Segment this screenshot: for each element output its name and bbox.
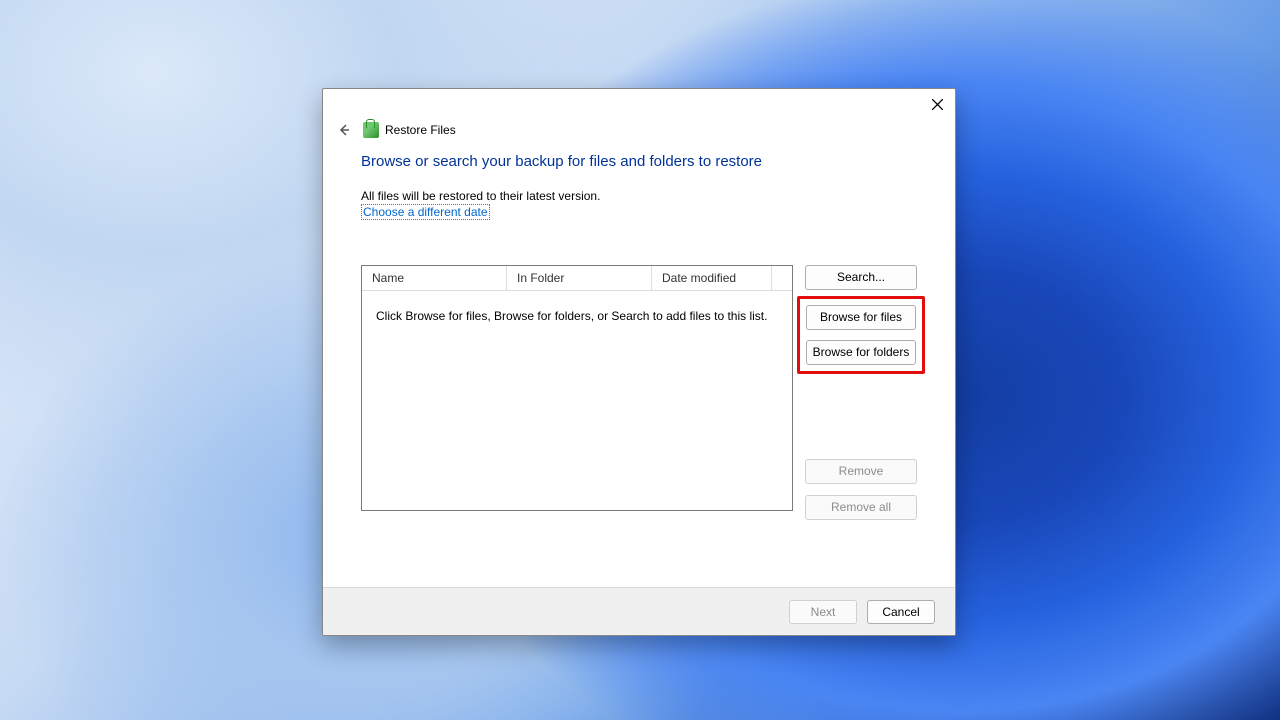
column-header-name[interactable]: Name <box>362 266 507 290</box>
window-title: Restore Files <box>385 123 456 137</box>
list-header: Name In Folder Date modified <box>362 266 792 291</box>
title-bar: Restore Files <box>323 89 955 147</box>
back-button[interactable] <box>335 121 353 139</box>
next-button: Next <box>789 600 857 624</box>
file-list-panel: Name In Folder Date modified Click Brows… <box>361 265 793 511</box>
column-header-spacer <box>772 266 792 290</box>
version-note: All files will be restored to their late… <box>361 188 917 205</box>
browse-for-files-button[interactable]: Browse for files <box>806 305 916 330</box>
action-button-column: Search... Browse for files Browse for fo… <box>805 265 917 520</box>
back-arrow-icon <box>337 123 351 137</box>
remove-button: Remove <box>805 459 917 484</box>
column-header-date-modified[interactable]: Date modified <box>652 266 772 290</box>
main-row: Name In Folder Date modified Click Brows… <box>361 265 917 520</box>
lower-button-group: Remove Remove all <box>805 459 917 520</box>
page-headline: Browse or search your backup for files a… <box>361 153 917 170</box>
dialog-footer: Next Cancel <box>323 587 955 635</box>
restore-files-dialog: Restore Files Browse or search your back… <box>322 88 956 636</box>
remove-all-button: Remove all <box>805 495 917 520</box>
browse-for-folders-button[interactable]: Browse for folders <box>806 340 916 365</box>
list-empty-hint: Click Browse for files, Browse for folde… <box>362 291 792 341</box>
column-header-in-folder[interactable]: In Folder <box>507 266 652 290</box>
highlight-annotation: Browse for files Browse for folders <box>797 296 925 374</box>
dialog-content: Browse or search your backup for files a… <box>323 147 955 520</box>
choose-different-date-link[interactable]: Choose a different date <box>361 204 490 220</box>
restore-files-icon <box>363 122 379 138</box>
search-button[interactable]: Search... <box>805 265 917 290</box>
cancel-button[interactable]: Cancel <box>867 600 935 624</box>
